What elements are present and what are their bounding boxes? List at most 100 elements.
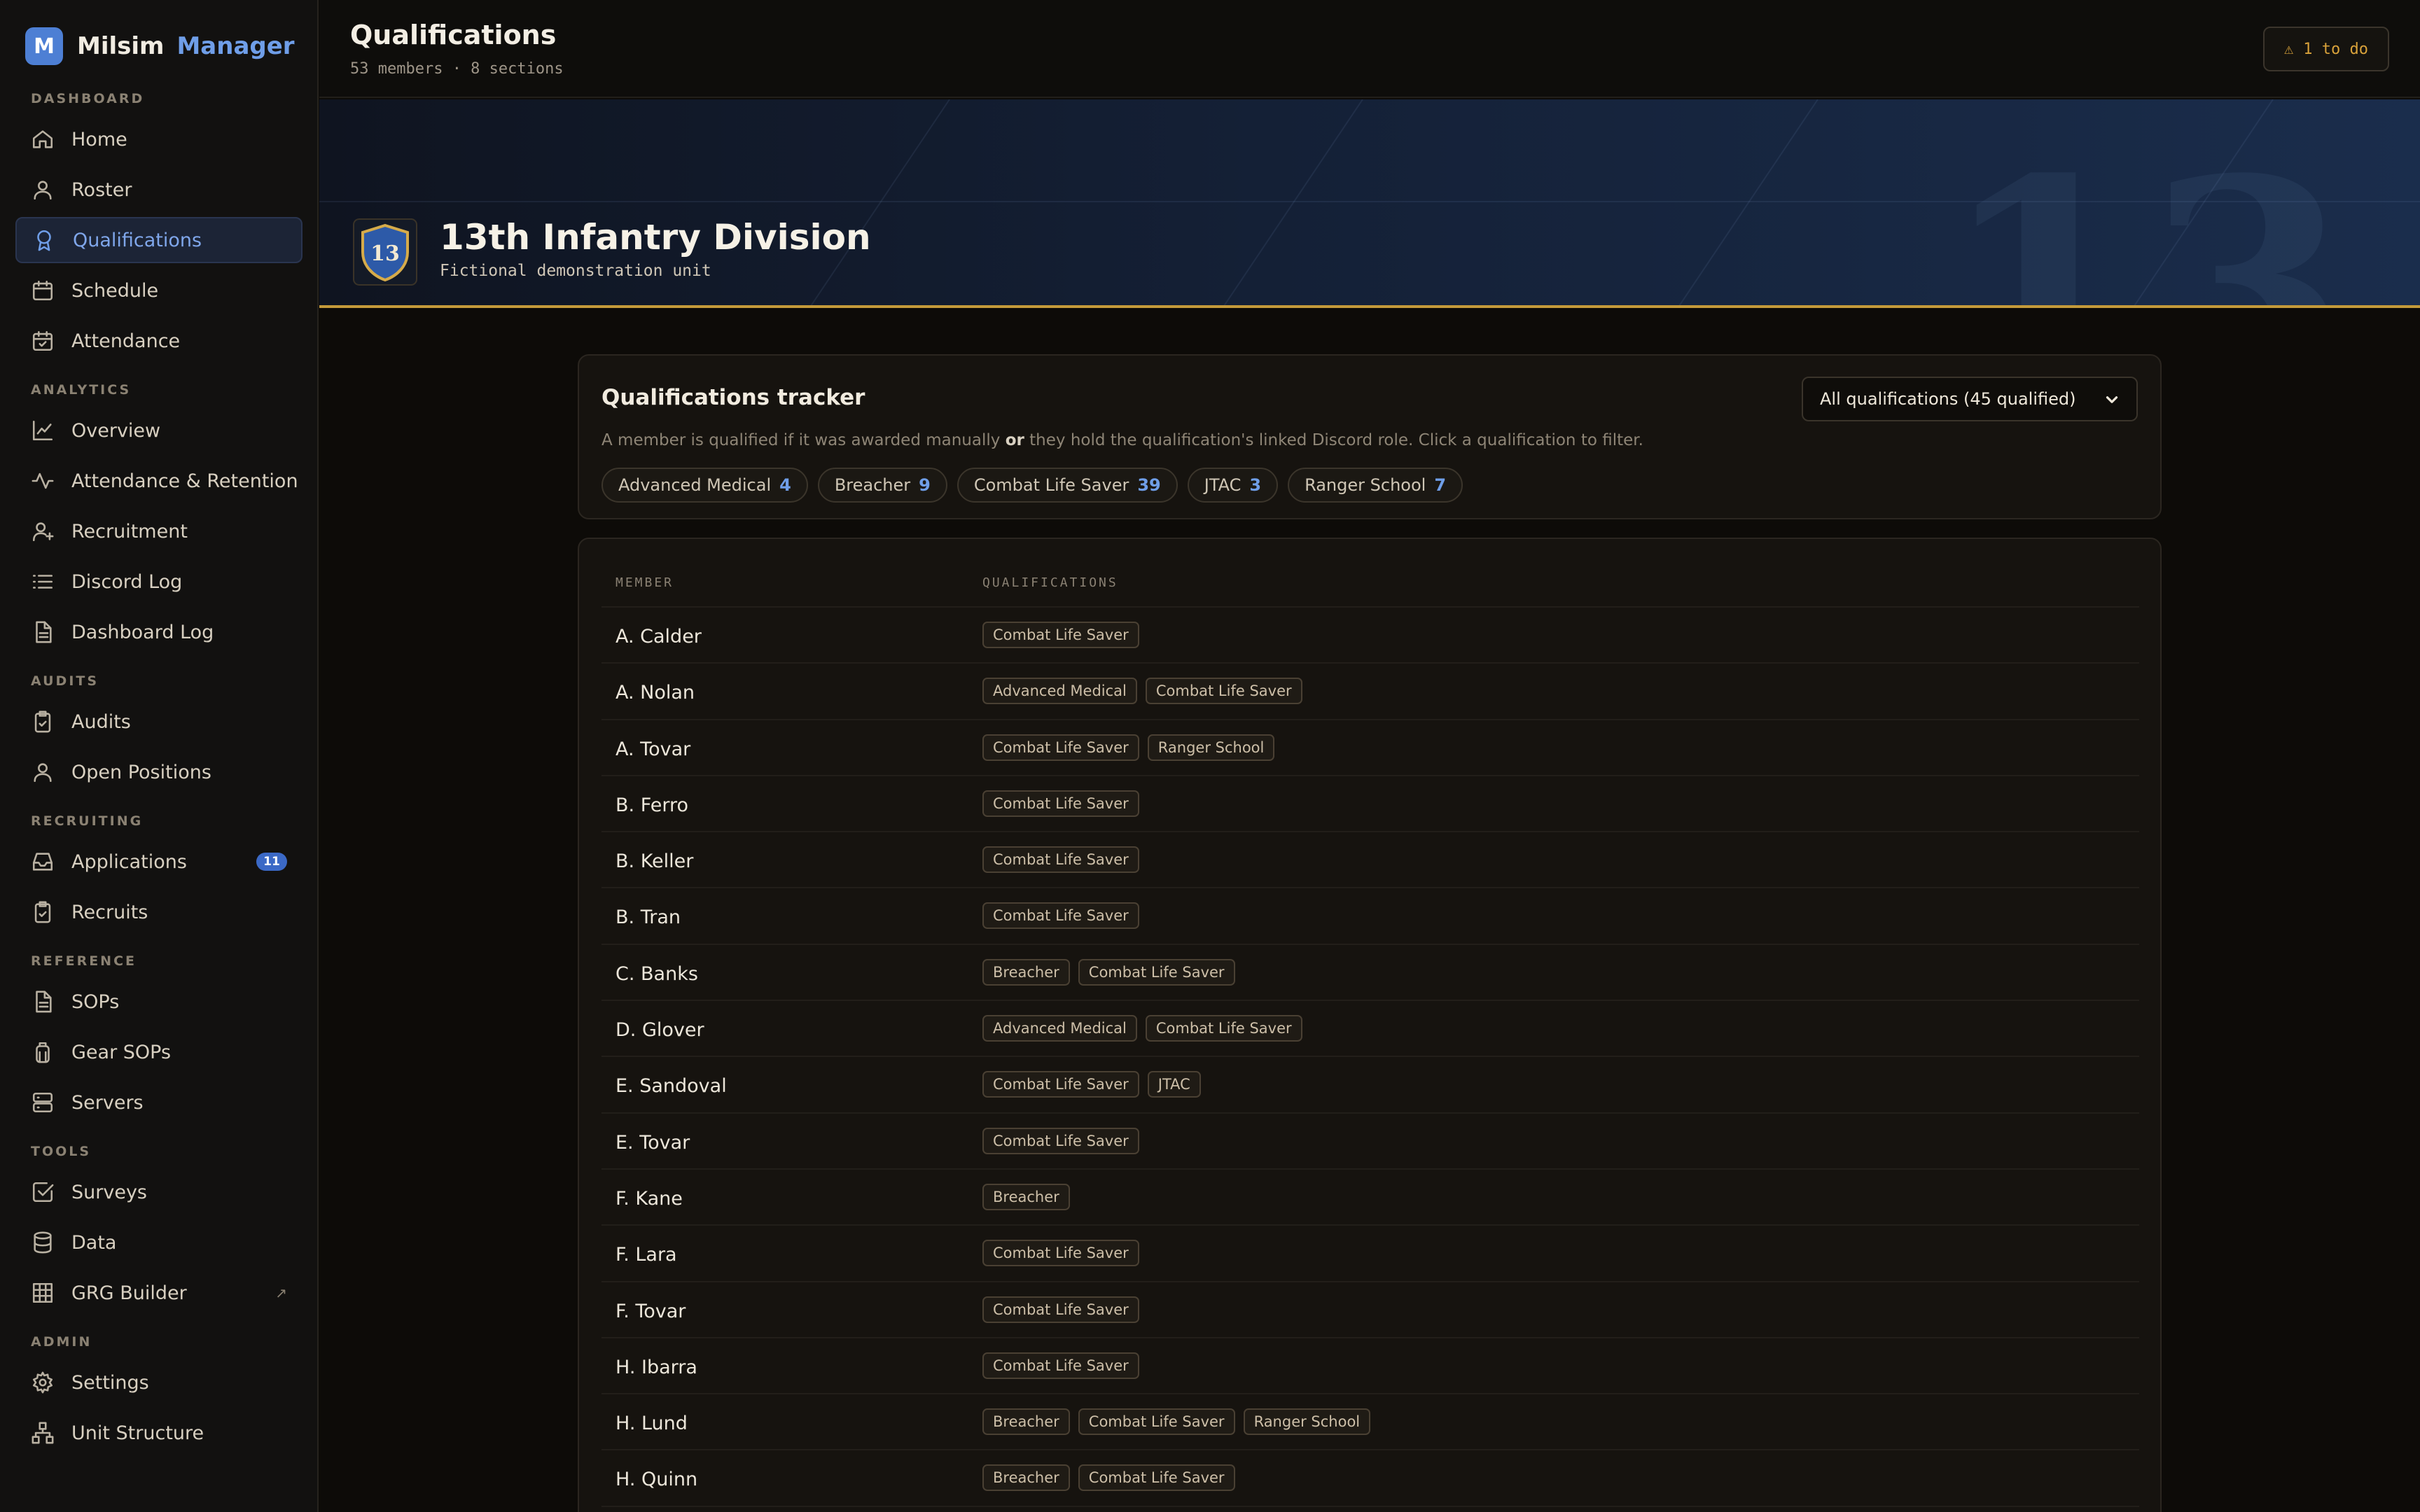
sidebar-item-recruitment[interactable]: Recruitment (15, 508, 302, 554)
qualification-tags: Combat Life Saver JTAC (982, 1071, 1201, 1098)
sidebar-item-label: Attendance & Retention (71, 470, 298, 492)
sidebar-item-dashboard-log[interactable]: Dashboard Log (15, 609, 302, 655)
sidebar-item-schedule[interactable]: Schedule (15, 267, 302, 314)
nav-section-tools: TOOLS (31, 1144, 92, 1159)
member-name: E. Sandoval (616, 1075, 727, 1098)
qualification-tag: Ranger School (1243, 1408, 1371, 1436)
sidebar-item-open-positions[interactable]: Open Positions (15, 749, 302, 795)
qualification-filter-pill[interactable]: Ranger School 7 (1288, 468, 1463, 503)
sidebar-item-label: Settings (71, 1371, 149, 1394)
table-row: A. Tovar Combat Life Saver Ranger School (601, 718, 2139, 775)
member-name: A. Calder (616, 626, 702, 648)
list-icon (31, 570, 55, 594)
sidebar-item-qualifications[interactable]: Qualifications (15, 217, 302, 263)
home-icon (31, 127, 55, 151)
member-name: B. Ferro (616, 794, 689, 816)
qualification-filter-pill[interactable]: Advanced Medical 4 (601, 468, 808, 503)
qualification-tag: Ranger School (1147, 734, 1275, 761)
tracker-desc-bold: or (1005, 431, 1024, 449)
sidebar-item-label: SOPs (71, 990, 120, 1013)
sidebar-item-label: Gear SOPs (71, 1041, 172, 1063)
member-name: F. Lara (616, 1244, 677, 1266)
qualification-tag: JTAC (1147, 1071, 1201, 1098)
member-name: H. Lund (616, 1413, 688, 1435)
sidebar-item-label: Data (71, 1231, 117, 1254)
tracker-description: A member is qualified if it was awarded … (601, 431, 1643, 449)
qualification-tag: Combat Life Saver (1078, 1464, 1235, 1492)
sidebar-item-surveys[interactable]: Surveys (15, 1169, 302, 1215)
sidebar-item-audits[interactable]: Audits (15, 699, 302, 745)
table-row: F. Tovar Combat Life Saver (601, 1280, 2139, 1337)
sidebar-item-label: Overview (71, 419, 161, 442)
sidebar-item-roster[interactable]: Roster (15, 167, 302, 213)
sidebar-item-gear-sops[interactable]: Gear SOPs (15, 1029, 302, 1075)
qualification-tag: Breacher (982, 958, 1070, 986)
crest-text: 13 (370, 241, 400, 266)
qualification-tags: Combat Life Saver Ranger School (982, 734, 1275, 761)
qualification-tag: Combat Life Saver (982, 902, 1139, 930)
sidebar-item-applications[interactable]: Applications 11 (15, 839, 302, 885)
qualifications-table-card: MEMBER QUALIFICATIONS A. Calder Combat Li… (578, 538, 2162, 1512)
qualification-tags: Breacher Combat Life Saver (982, 1464, 1235, 1492)
qualification-filter-pill[interactable]: JTAC 3 (1187, 468, 1279, 503)
page-title: Qualifications (350, 20, 557, 50)
external-link-icon: ↗ (275, 1284, 287, 1301)
member-name: C. Banks (616, 962, 698, 985)
sidebar-item-grg-builder[interactable]: GRG Builder ↗ (15, 1270, 302, 1316)
sidebar-item-label: Recruits (71, 901, 148, 923)
table-row: F. Kane Breacher (601, 1168, 2139, 1224)
sidebar-item-label: Qualifications (73, 229, 202, 251)
count-badge: 11 (256, 853, 287, 871)
qualification-tag: Combat Life Saver (982, 734, 1139, 761)
sidebar-item-servers[interactable]: Servers (15, 1079, 302, 1126)
qualification-filter-pills: Advanced Medical 4 Breacher 9 Combat Life Sa… (601, 468, 1463, 503)
sidebar-item-attendance-retention[interactable]: Attendance & Retention (15, 458, 302, 504)
page-subtitle: 53 members · 8 sections (350, 60, 564, 78)
sidebar-item-data[interactable]: Data (15, 1219, 302, 1266)
pill-count: 4 (779, 475, 791, 495)
qualifications-table-body: A. Calder Combat Life Saver A. Nolan Advanc… (601, 606, 2139, 1512)
pill-count: 39 (1137, 475, 1161, 495)
qualification-tags: Advanced Medical Combat Life Saver (982, 1015, 1302, 1042)
qualification-filter-select[interactable]: All qualifications (45 qualified) (1802, 377, 2138, 421)
qualification-filter-pill[interactable]: Combat Life Saver 39 (957, 468, 1178, 503)
unit-crest-icon: 13 (353, 218, 417, 286)
qualification-tag: Combat Life Saver (982, 1127, 1139, 1154)
pill-label: Combat Life Saver (973, 475, 1129, 495)
table-row: A. Calder Combat Life Saver (601, 606, 2139, 662)
table-row: H. Ibarra Combat Life Saver (601, 1336, 2139, 1393)
sidebar-item-sops[interactable]: SOPs (15, 979, 302, 1025)
sidebar-item-label: Roster (71, 178, 132, 201)
grid-icon (31, 1281, 55, 1305)
member-name: E. Tovar (616, 1131, 690, 1154)
qualification-tags: Combat Life Saver (982, 902, 1139, 930)
table-row: D. Glover Advanced Medical Combat Life Sav… (601, 1000, 2139, 1056)
qualification-filter-pill[interactable]: Breacher 9 (817, 468, 947, 503)
pill-label: Ranger School (1305, 475, 1426, 495)
banner-watermark: 13 (1940, 115, 2350, 308)
tracker-desc-after: they hold the qualification's linked Dis… (1024, 431, 1643, 449)
member-column-header: MEMBER (616, 575, 674, 590)
brand-logo: M (25, 27, 63, 65)
sidebar-item-unit-structure[interactable]: Unit Structure (15, 1410, 302, 1456)
qualification-tag: Combat Life Saver (982, 846, 1139, 874)
sidebar-item-label: Open Positions (71, 761, 211, 783)
nav-section-audits: AUDITS (31, 673, 99, 689)
todo-button[interactable]: ⚠ 1 to do (2263, 27, 2389, 71)
calendar-icon (31, 279, 55, 302)
qualification-tag: Advanced Medical (982, 1015, 1137, 1042)
brand[interactable]: M Milsim Manager (25, 27, 295, 66)
clipboard-check-icon (31, 900, 55, 924)
unit-banner: 13 13 13th Infantry Division Fictional d… (319, 99, 2420, 308)
pill-label: Breacher (834, 475, 911, 495)
activity-icon (31, 469, 55, 493)
qualification-tag: Combat Life Saver (1078, 1408, 1235, 1436)
sidebar-item-settings[interactable]: Settings (15, 1359, 302, 1406)
sidebar-item-discord-log[interactable]: Discord Log (15, 559, 302, 605)
sidebar-item-home[interactable]: Home (15, 116, 302, 162)
member-name: F. Tovar (616, 1300, 686, 1322)
sidebar-item-recruits[interactable]: Recruits (15, 889, 302, 935)
sidebar-item-overview[interactable]: Overview (15, 407, 302, 454)
pill-count: 3 (1249, 475, 1262, 495)
sidebar-item-attendance[interactable]: Attendance (15, 318, 302, 364)
